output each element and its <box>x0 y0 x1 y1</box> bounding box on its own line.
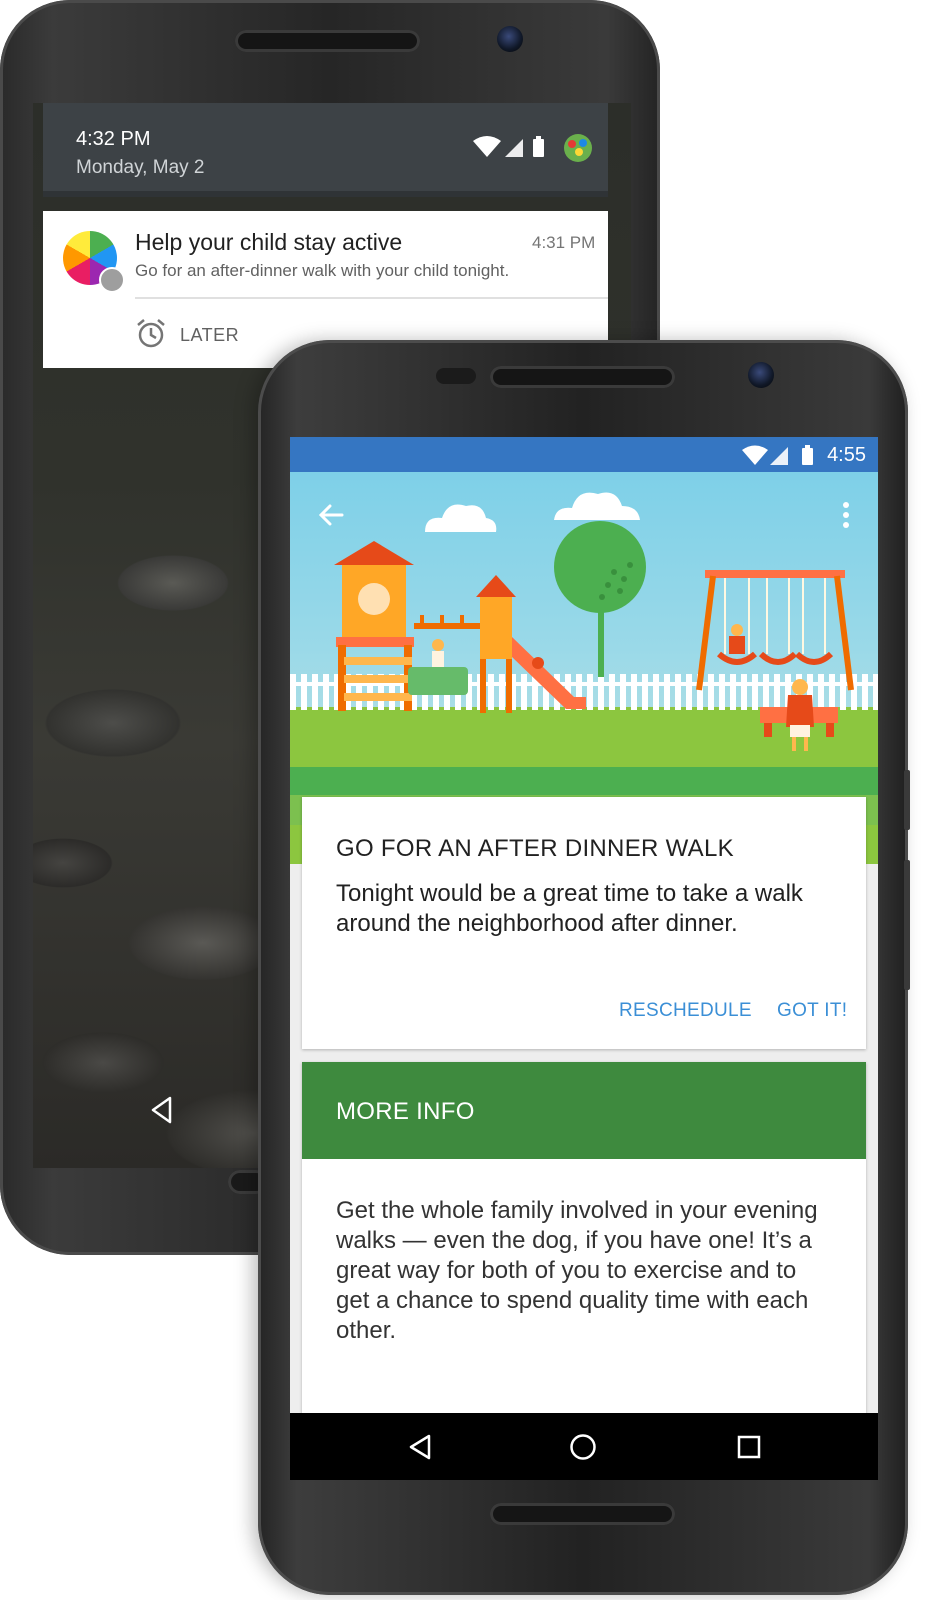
battery-icon <box>802 448 813 465</box>
notification-title: Help your child stay active <box>135 229 403 255</box>
volume-button <box>904 860 910 990</box>
nav-home-icon[interactable] <box>569 1433 597 1461</box>
activity-card: GO FOR AN AFTER DINNER WALK Tonight woul… <box>302 797 866 1049</box>
wifi-icon <box>742 445 768 465</box>
status-bar: 4:55 <box>290 437 878 472</box>
notification-time: 4:31 PM <box>532 233 596 252</box>
bench-person-icon <box>760 679 838 751</box>
power-button <box>904 770 910 830</box>
nav-recents-icon[interactable] <box>737 1435 761 1459</box>
reschedule-button[interactable]: RESCHEDULE <box>619 1000 752 1022</box>
earpiece-speaker <box>235 30 420 52</box>
notification-text: Go for an after-dinner walk with your ch… <box>135 261 510 280</box>
more-info-header[interactable]: MORE INFO <box>302 1062 866 1159</box>
status-icons <box>473 134 592 162</box>
quick-settings-header: 4:32 PM Monday, May 2 <box>43 103 608 191</box>
proximity-sensor <box>436 368 476 384</box>
cloud-icon <box>554 492 640 520</box>
earpiece-speaker <box>490 366 675 388</box>
more-vert-icon[interactable] <box>840 500 852 530</box>
path-stripe <box>290 767 878 795</box>
header-shadow <box>43 191 608 197</box>
status-time: 4:55 <box>827 444 866 466</box>
cell-signal-icon <box>770 447 788 465</box>
cloud-icon <box>425 504 497 532</box>
status-time: 4:32 PM <box>76 128 151 150</box>
front-phone-screen: 4:55 GO FOR AN AFTER DINNER WALK Tonight… <box>290 437 878 1480</box>
later-button[interactable]: LATER <box>180 325 239 346</box>
bottom-speaker <box>490 1503 675 1525</box>
cell-signal-icon <box>505 139 523 157</box>
status-icons <box>742 445 813 465</box>
divider <box>135 297 608 299</box>
front-camera <box>497 26 523 52</box>
more-info-body: Get the whole family involved in your ev… <box>336 1197 818 1344</box>
navigation-bar <box>290 1413 878 1480</box>
arrow-left-icon[interactable] <box>316 500 346 530</box>
alarm-clock-icon[interactable] <box>135 317 167 349</box>
nav-back-icon[interactable] <box>407 1433 433 1461</box>
battery-icon <box>533 139 544 157</box>
play-structure-icon <box>334 541 586 713</box>
nav-back-icon[interactable] <box>148 1095 178 1125</box>
card-title: GO FOR AN AFTER DINNER WALK <box>336 835 734 862</box>
wifi-icon <box>473 136 501 157</box>
got-it-button[interactable]: GOT IT! <box>777 1000 847 1022</box>
avatar-icon <box>564 134 592 162</box>
front-camera <box>748 362 774 388</box>
more-info-title: MORE INFO <box>336 1098 475 1125</box>
status-date: Monday, May 2 <box>76 157 205 178</box>
card-body: Tonight would be a great time to take a … <box>336 880 803 937</box>
compass-badge-icon <box>99 267 125 293</box>
